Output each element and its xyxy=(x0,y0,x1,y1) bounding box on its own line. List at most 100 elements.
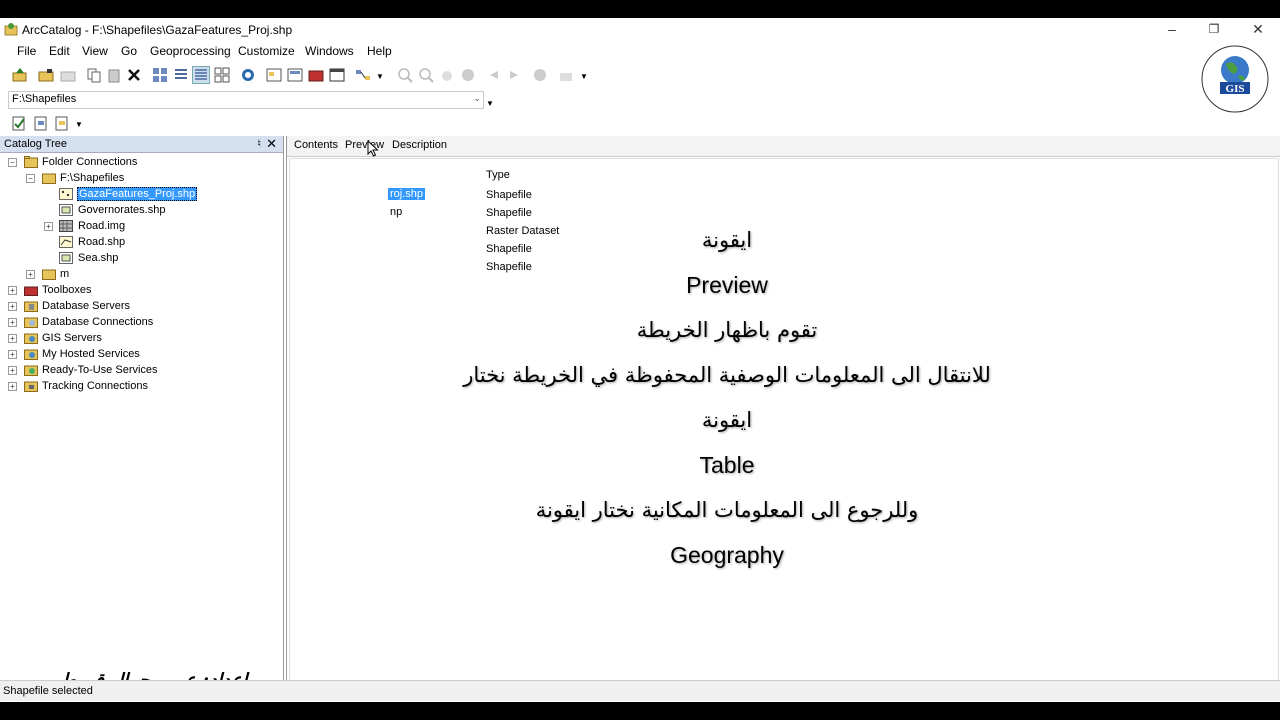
location-combobox[interactable]: F:\Shapefiles ⌄ xyxy=(8,91,484,109)
disconnect-folder-icon[interactable] xyxy=(60,67,76,83)
location-overflow-icon[interactable]: ▼ xyxy=(486,99,494,108)
hosted-services-icon xyxy=(24,349,38,360)
tab-description[interactable]: Description xyxy=(392,139,447,151)
status-text: Shapefile selected xyxy=(3,685,93,697)
close-button[interactable]: ✕ xyxy=(1244,20,1272,38)
line-shapefile-icon xyxy=(59,236,73,248)
back-arrow-icon[interactable] xyxy=(486,67,502,83)
model-builder-icon[interactable] xyxy=(355,67,371,83)
catalog-tree-title: Catalog Tree xyxy=(4,138,67,150)
arccatalog-app-icon xyxy=(4,23,18,36)
title-bar: ArcCatalog - F:\Shapefiles\GazaFeatures_… xyxy=(0,18,1280,40)
expand-icon[interactable]: + xyxy=(8,334,17,343)
caption-line-1: ايقونة xyxy=(701,228,753,252)
catalog-tree-panel: Catalog Tree ♮ ✕ − Folder Connections − … xyxy=(0,136,284,680)
menu-go[interactable]: Go xyxy=(121,44,137,58)
menu-help[interactable]: Help xyxy=(367,44,392,58)
tree-label: My Hosted Services xyxy=(42,348,140,360)
tree-label: Toolboxes xyxy=(42,284,92,296)
menu-view[interactable]: View xyxy=(82,44,108,58)
tab-contents[interactable]: Contents xyxy=(294,139,338,151)
search-window-icon[interactable] xyxy=(287,67,303,83)
toolbar-overflow-icon-2[interactable]: ▼ xyxy=(580,72,588,81)
list-item-name-selected[interactable]: roj.shp xyxy=(388,188,426,200)
edit-metadata-icon[interactable] xyxy=(11,115,27,131)
toolbar-overflow-icon[interactable]: ▼ xyxy=(376,72,384,81)
expand-icon[interactable]: + xyxy=(8,302,17,311)
window-title: ArcCatalog - F:\Shapefiles\GazaFeatures_… xyxy=(22,23,293,37)
python-window-icon[interactable] xyxy=(329,67,345,83)
collapse-icon[interactable]: − xyxy=(8,158,17,167)
list-item-name[interactable]: np xyxy=(390,206,402,218)
zoom-in-icon[interactable] xyxy=(397,67,413,83)
create-thumbnail-icon[interactable] xyxy=(558,67,574,83)
details-view-icon[interactable] xyxy=(192,66,210,84)
menu-file[interactable]: File xyxy=(17,44,36,58)
tree-label: m xyxy=(60,268,70,280)
catalog-window-icon[interactable] xyxy=(266,67,282,83)
expand-icon[interactable]: + xyxy=(8,366,17,375)
list-item-type: Shapefile xyxy=(486,207,532,219)
chevron-down-icon[interactable]: ⌄ xyxy=(473,93,481,104)
polygon-shapefile-icon xyxy=(59,252,73,264)
copy-icon[interactable] xyxy=(86,67,102,83)
close-panel-icon[interactable]: ✕ xyxy=(266,136,277,152)
pan-icon[interactable] xyxy=(439,67,455,83)
caption-line-3: تقوم باظهار الخريطة xyxy=(636,318,818,342)
tree-label: Road.shp xyxy=(78,236,126,248)
caption-line-2: Preview xyxy=(686,272,768,298)
caption-line-8: Geography xyxy=(670,542,784,568)
export-metadata-icon[interactable] xyxy=(54,115,70,131)
top-black-bar xyxy=(0,0,1280,18)
tree-label: F:\Shapefiles xyxy=(60,172,125,184)
thumbnails-icon[interactable] xyxy=(214,67,230,83)
metadata-toolbar: ▼ xyxy=(0,112,100,134)
up-one-level-icon[interactable] xyxy=(12,67,28,83)
pin-icon[interactable]: ♮ xyxy=(257,137,261,150)
mouse-cursor-icon xyxy=(367,140,379,157)
menu-geoprocessing[interactable]: Geoprocessing xyxy=(150,44,231,58)
import-metadata-icon[interactable] xyxy=(33,115,49,131)
standard-toolbar: ▼ ▼ xyxy=(0,64,600,88)
zoom-out-icon[interactable] xyxy=(418,67,434,83)
minimize-button[interactable]: – xyxy=(1158,20,1186,38)
list-view-icon[interactable] xyxy=(173,67,189,83)
delete-icon[interactable] xyxy=(126,67,142,83)
arctoolbox-icon[interactable] xyxy=(308,67,324,83)
expand-icon[interactable]: + xyxy=(8,286,17,295)
menu-windows[interactable]: Windows xyxy=(305,44,354,58)
forward-arrow-icon[interactable] xyxy=(506,67,522,83)
expand-icon[interactable]: + xyxy=(8,318,17,327)
tree-label: Database Connections xyxy=(42,316,154,328)
metadata-overflow-icon[interactable]: ▼ xyxy=(75,120,83,129)
tracking-connections-icon xyxy=(24,381,38,392)
tree-label: Road.img xyxy=(78,220,126,232)
large-icons-icon[interactable] xyxy=(152,67,168,83)
expand-icon[interactable]: + xyxy=(26,270,35,279)
toolbox-icon xyxy=(24,286,38,296)
menu-edit[interactable]: Edit xyxy=(49,44,70,58)
point-shapefile-icon xyxy=(59,188,73,200)
location-value: F:\Shapefiles xyxy=(12,93,77,105)
tree-label: Sea.shp xyxy=(78,252,119,264)
folder-connections-icon xyxy=(24,156,38,168)
list-item-type: Shapefile xyxy=(486,189,532,201)
identify-icon[interactable] xyxy=(532,67,548,83)
launch-arcmap-icon[interactable] xyxy=(240,67,256,83)
paste-icon[interactable] xyxy=(106,67,122,83)
collapse-icon[interactable]: − xyxy=(26,174,35,183)
expand-icon[interactable]: + xyxy=(8,382,17,391)
menu-customize[interactable]: Customize xyxy=(238,44,295,58)
raster-dataset-icon xyxy=(59,220,73,232)
tree-label-selected: GazaFeatures_Proj.shp xyxy=(77,187,198,201)
connect-folder-icon[interactable] xyxy=(38,67,54,83)
caption-line-6: Table xyxy=(699,452,755,478)
tree-label: Governorates.shp xyxy=(78,204,166,216)
restore-button[interactable]: ❐ xyxy=(1200,20,1228,38)
full-extent-icon[interactable] xyxy=(460,67,476,83)
expand-icon[interactable]: + xyxy=(8,350,17,359)
expand-icon[interactable]: + xyxy=(44,222,53,231)
caption-line-5: ايقونة xyxy=(701,408,753,432)
caption-line-7: وللرجوع الى المعلومات المكانية نختار ايق… xyxy=(535,498,919,522)
column-header-type[interactable]: Type xyxy=(486,169,510,181)
